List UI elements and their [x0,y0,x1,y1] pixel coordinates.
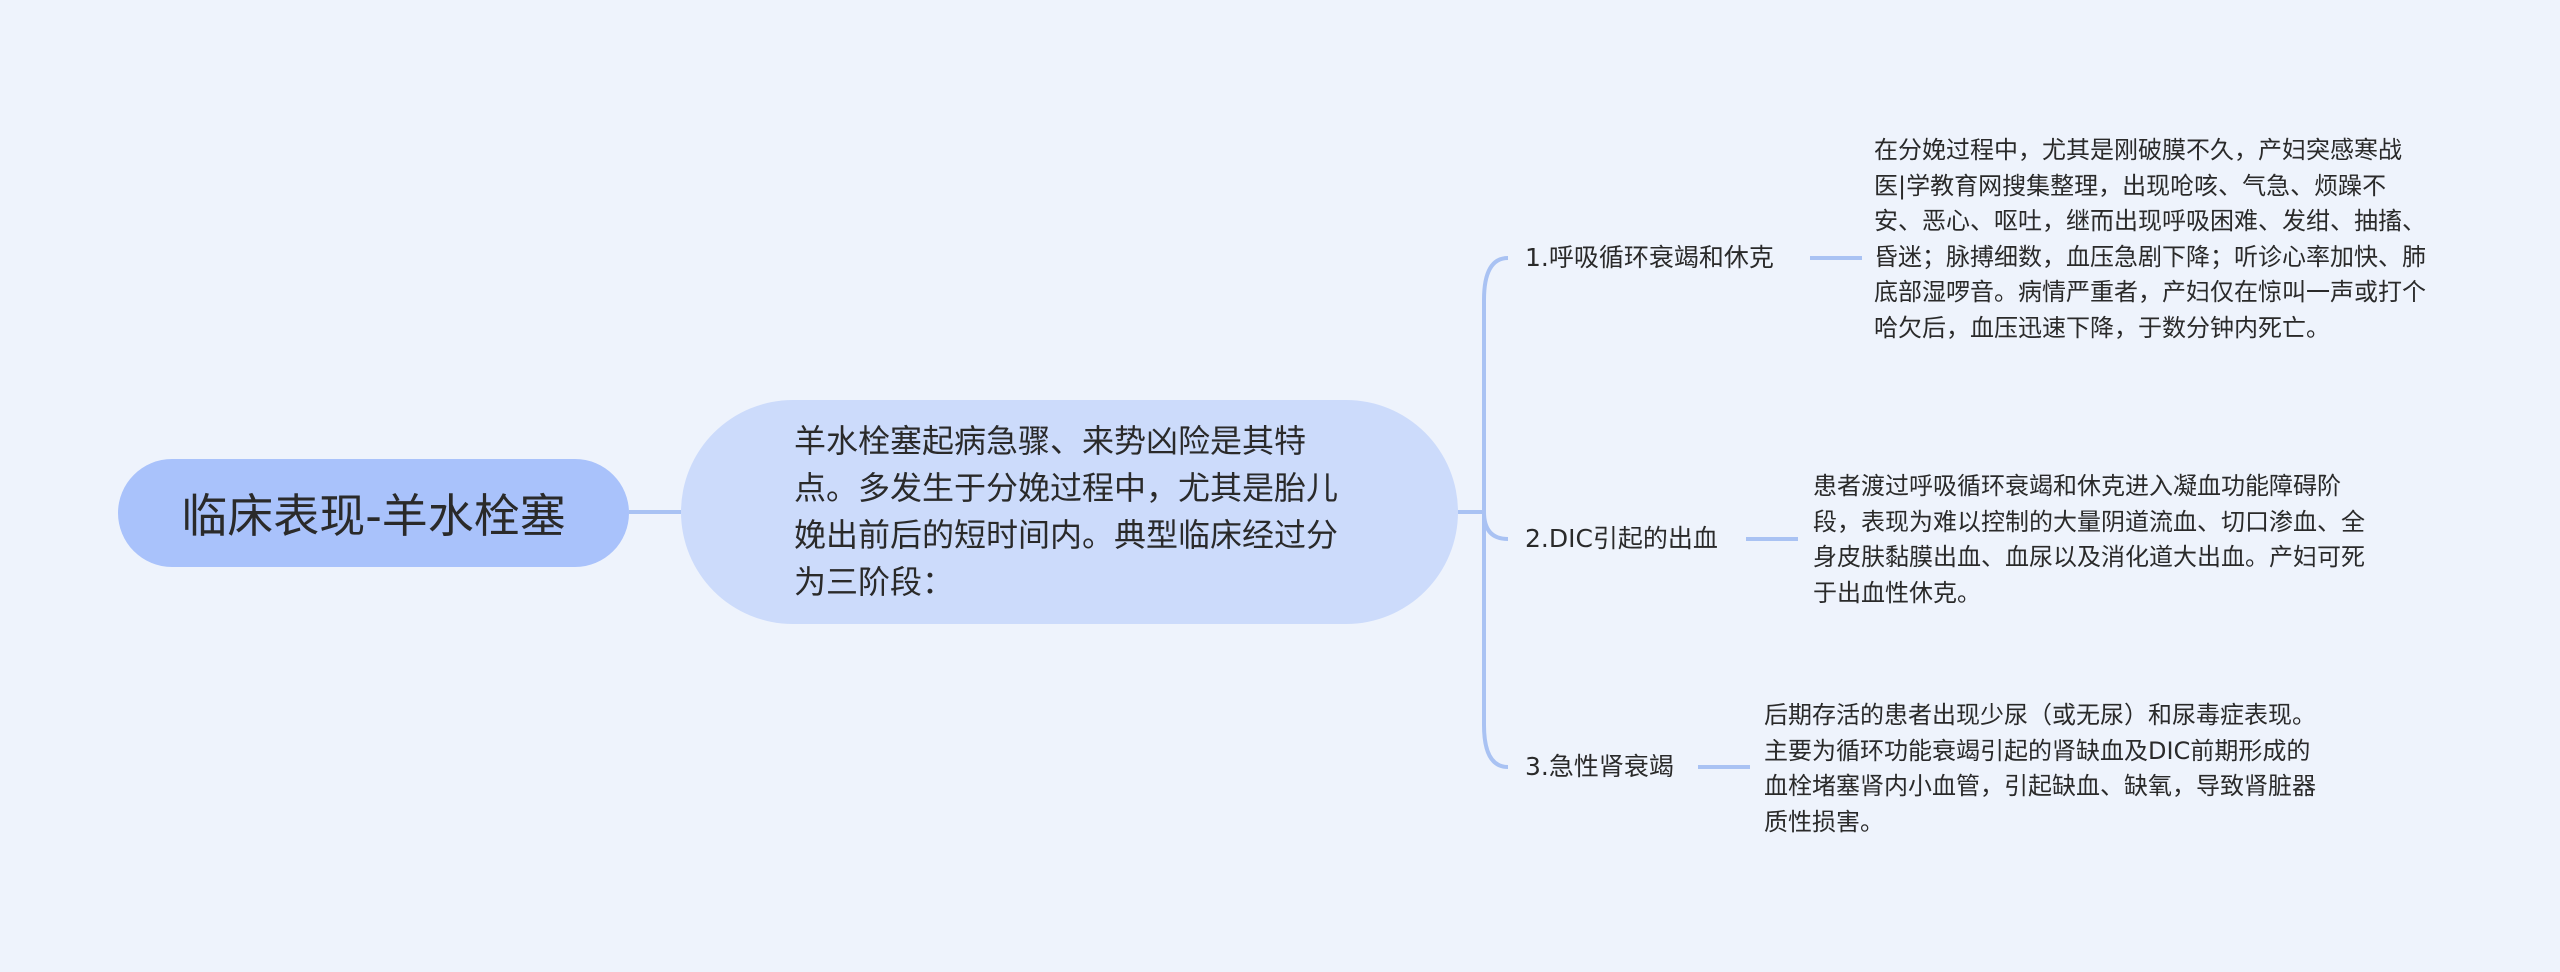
center-node[interactable]: 羊水栓塞起病急骤、来势凶险是其特点。多发生于分娩过程中，尤其是胎儿娩出前后的短时… [681,400,1458,624]
detail-node-2[interactable]: 患者渡过呼吸循环衰竭和休克进入凝血功能障碍阶段，表现为难以控制的大量阴道流血、切… [1813,469,2375,611]
detail-text: 患者渡过呼吸循环衰竭和休克进入凝血功能障碍阶段，表现为难以控制的大量阴道流血、切… [1813,472,2365,607]
branch-node-3[interactable]: 3.急性肾衰竭 [1525,752,1674,782]
root-node-label: 临床表现-羊水栓塞 [181,489,566,543]
branch-node-1[interactable]: 1.呼吸循环衰竭和休克 [1525,243,1774,273]
center-node-text: 羊水栓塞起病急骤、来势凶险是其特点。多发生于分娩过程中，尤其是胎儿娩出前后的短时… [794,422,1339,601]
detail-text: 在分娩过程中，尤其是刚破膜不久，产妇突感寒战医|学教育网搜集整理，出现呛咳、气急… [1874,136,2426,342]
branch-label: 2.DIC引起的出血 [1525,524,1718,553]
detail-text: 后期存活的患者出现少尿（或无尿）和尿毒症表现。主要为循环功能衰竭引起的肾缺血及D… [1764,701,2316,836]
branch-label: 3.急性肾衰竭 [1525,752,1674,781]
branch-label: 1.呼吸循环衰竭和休克 [1525,243,1774,272]
spine-to-branch-3 [1482,512,1509,769]
detail-node-1[interactable]: 在分娩过程中，尤其是刚破膜不久，产妇突感寒战医|学教育网搜集整理，出现呛咳、气急… [1874,133,2432,346]
spine-to-branch-2 [1482,511,1509,541]
root-node[interactable]: 临床表现-羊水栓塞 [118,459,629,567]
detail-node-3[interactable]: 后期存活的患者出现少尿（或无尿）和尿毒症表现。主要为循环功能衰竭引起的肾缺血及D… [1764,698,2326,840]
branch-node-2[interactable]: 2.DIC引起的出血 [1525,524,1718,554]
spine-to-branch-1 [1482,256,1509,512]
